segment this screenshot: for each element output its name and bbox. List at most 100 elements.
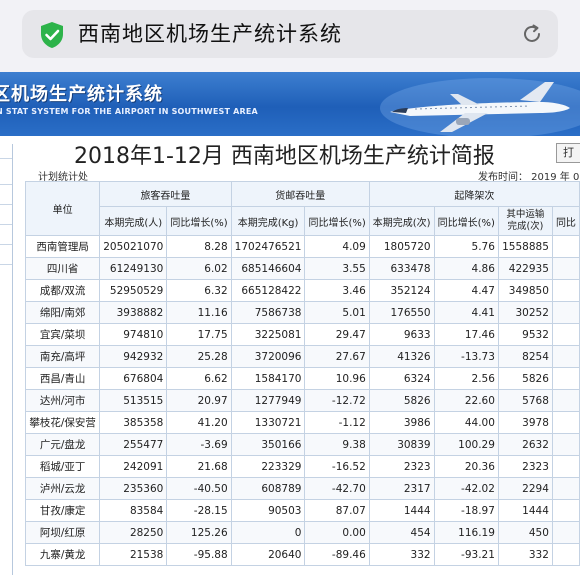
value-cell: 1702476521 [230,235,306,258]
value-cell: 2.56 [433,367,499,390]
value-cell: 974810 [99,323,168,346]
table-row: 广元/盘龙 255477 -3.69 350166 9.38 30839 100.29 263… [24,433,580,456]
value-cell: 665128422 [230,279,306,302]
value-cell: 20.36 [433,455,499,478]
value-cell: 83584 [99,499,168,522]
value-cell: 422935 [497,257,553,280]
value-cell: 20640 [230,543,306,566]
value-cell [551,367,580,390]
value-cell: 1444 [497,499,553,522]
value-cell: 1330721 [230,411,306,434]
value-cell: 3.55 [304,257,370,280]
value-cell: 5.01 [304,301,370,324]
value-cell: 5.76 [433,235,499,258]
banner-title: 区机场生产统计系统 [0,84,163,105]
value-cell: 2323 [368,455,435,478]
value-cell: 1584170 [230,367,306,390]
value-cell: 349850 [497,279,553,302]
value-cell: 8254 [497,345,553,368]
value-cell: 608789 [230,477,306,500]
unit-cell: 南充/高坪 [24,345,101,368]
value-cell: 30252 [497,301,553,324]
unit-cell: 九寨/黄龙 [24,543,101,566]
value-cell: 29.47 [304,323,370,346]
value-cell: 3986 [368,411,435,434]
value-cell: -12.72 [304,389,370,412]
value-cell: 5768 [497,389,553,412]
value-cell: 21.68 [166,455,232,478]
value-cell: 100.29 [433,433,499,456]
value-cell: 332 [497,543,553,566]
unit-cell: 绵阳/南郊 [24,301,101,324]
value-cell: 176550 [368,301,435,324]
unit-cell: 稻城/亚丁 [24,455,101,478]
table-row: 成都/双流 52950529 6.32 665128422 3.46 352124 4.47… [24,279,580,302]
statistics-table: 单位 旅客吞吐量 货邮吞吐量 起降架次 本期完成(人) 同比增长(%) 本期完成… [24,181,580,566]
value-cell: 4.41 [433,301,499,324]
value-cell: 125.26 [166,521,232,544]
value-cell: -3.69 [166,433,232,456]
value-cell: -42.02 [433,477,499,500]
value-cell: 2323 [497,455,553,478]
value-cell [551,477,580,500]
column-header: 同比增长(%) [166,206,232,236]
value-cell [551,543,580,566]
value-cell: -16.52 [304,455,370,478]
table-row: 泸州/云龙 235360 -40.50 608789 -42.70 2317 -42.02 2… [24,477,580,500]
value-cell: 255477 [99,433,168,456]
value-cell: 20.97 [166,389,232,412]
value-cell: 1558885 [497,235,553,258]
value-cell: 41326 [368,345,435,368]
value-cell: 3.46 [304,279,370,302]
column-header: 同比增长(%) [433,206,499,236]
value-cell: 11.16 [166,301,232,324]
left-nav-panel[interactable] [0,144,13,575]
value-cell: 17.46 [433,323,499,346]
value-cell: 7586738 [230,301,306,324]
value-cell: -95.88 [166,543,232,566]
column-header: 本期完成(人) [99,206,168,236]
value-cell: 25.28 [166,345,232,368]
group-header-passenger: 旅客吞吐量 [99,181,232,207]
value-cell: 0.00 [304,521,370,544]
value-cell: 942932 [99,345,168,368]
unit-cell: 广元/盘龙 [24,433,101,456]
value-cell: 2317 [368,477,435,500]
value-cell [551,279,580,302]
value-cell: 2294 [497,477,553,500]
value-cell: 9532 [497,323,553,346]
value-cell: 5826 [497,367,553,390]
value-cell: 27.67 [304,345,370,368]
web-page: 区机场生产统计系统 N STAT SYSTEM FOR THE AIRPORT … [0,72,580,575]
value-cell [551,257,580,280]
reload-icon[interactable] [520,22,544,46]
value-cell: 6.32 [166,279,232,302]
value-cell: 6.62 [166,367,232,390]
unit-cell: 西南管理局 [24,235,101,258]
value-cell: -42.70 [304,477,370,500]
address-bar[interactable]: 西南地区机场生产统计系统 [22,10,558,58]
unit-cell: 泸州/云龙 [24,477,101,500]
value-cell: 513515 [99,389,168,412]
value-cell: 30839 [368,433,435,456]
table-row: 南充/高坪 942932 25.28 3720096 27.67 41326 -13.73 8… [24,345,580,368]
value-cell [551,455,580,478]
value-cell: 6324 [368,367,435,390]
value-cell [551,301,580,324]
value-cell: 22.60 [433,389,499,412]
value-cell [551,345,580,368]
value-cell [551,521,580,544]
table-row: 阿坝/红原 28250 125.26 0 0.00 454 116.19 450 [24,521,580,544]
table-row: 四川省 61249130 6.02 685146604 3.55 633478 4.86 42… [24,257,580,280]
value-cell: -89.46 [304,543,370,566]
value-cell: -13.73 [433,345,499,368]
column-header: 同比 [551,206,580,236]
value-cell: 223329 [230,455,306,478]
value-cell: 28250 [99,521,168,544]
value-cell: 4.86 [433,257,499,280]
banner-subtitle: N STAT SYSTEM FOR THE AIRPORT IN SOUTHWE… [0,107,258,116]
value-cell: 3938882 [99,301,168,324]
print-button[interactable]: 打 [556,143,580,163]
value-cell: 242091 [99,455,168,478]
unit-header: 单位 [24,181,101,236]
